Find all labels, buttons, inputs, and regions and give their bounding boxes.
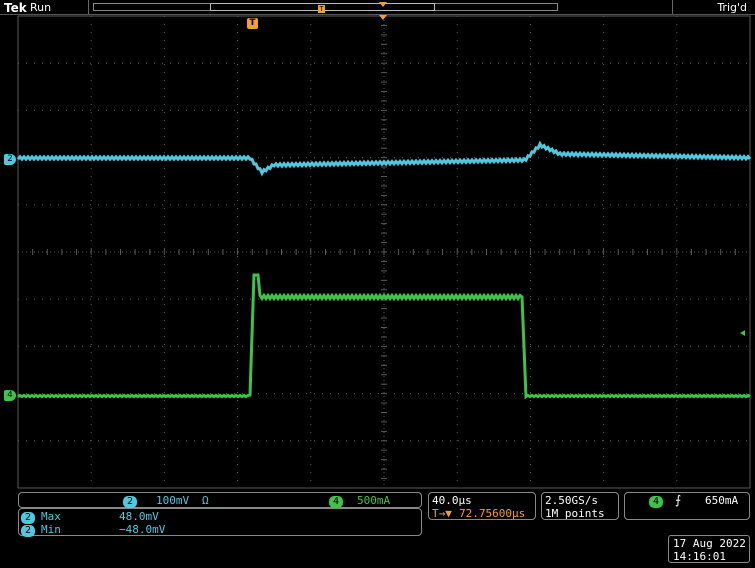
ch2-marker-label: 2	[7, 154, 13, 164]
trigger-source-badge: 4	[649, 496, 664, 508]
record-length: 1M points	[545, 507, 605, 520]
ch4-indicator: 4	[329, 494, 344, 508]
horizontal-scale: 40.0µs	[432, 494, 472, 507]
ch2-ground-marker[interactable]: 2	[4, 154, 16, 165]
measurement-row: 2	[21, 510, 36, 524]
status-divider	[672, 0, 673, 14]
measurement-channel-badge: 2	[21, 525, 36, 537]
timebase-panel[interactable]: 40.0µs T→▼ 72.75600µs	[428, 492, 536, 520]
trigger-status: Trig'd	[717, 1, 747, 14]
trigger-marker-small: T	[318, 5, 325, 13]
acquisition-panel[interactable]: 2.50GS/s 1M points	[541, 492, 619, 520]
measurement-label: Max	[41, 510, 61, 523]
trigger-level-icon[interactable]	[740, 330, 745, 336]
measurement-value: −48.0mV	[119, 523, 166, 536]
graticule	[17, 15, 751, 489]
ch2-coupling-icon: Ω	[202, 494, 209, 507]
ch4-scale: 500mA	[357, 494, 391, 507]
ch4-waveform	[17, 273, 751, 400]
run-status: Run	[30, 1, 52, 14]
trigger-arrow-icon	[379, 2, 387, 7]
measurement-label: Min	[41, 523, 61, 536]
trigger-panel[interactable]: 4 ⨍ 650mA	[624, 492, 750, 520]
waveform-screen	[16, 15, 752, 489]
trigger-arrow-icon	[379, 15, 387, 20]
trigger-delay-prefix: T→▼	[432, 507, 452, 520]
ch4-badge: 4	[329, 496, 344, 508]
brand-logo: Tek	[4, 1, 27, 15]
sample-rate: 2.50GS/s	[545, 494, 598, 507]
ch2-scale: 100mV	[156, 494, 190, 507]
ch2-indicator: 2	[123, 494, 138, 508]
ch4-ground-marker[interactable]: 4	[4, 390, 16, 401]
trigger-marker-label: T	[249, 18, 256, 28]
measurement-row: 2	[21, 523, 36, 537]
status-divider	[88, 0, 89, 14]
measurements-panel[interactable]: 2 Max 48.0mV 2 Min −48.0mV	[18, 508, 422, 537]
trigger-marker-small-label: T	[319, 5, 324, 13]
measurement-value: 48.0mV	[119, 510, 159, 523]
time: 14:16:01	[673, 550, 726, 563]
channel-settings-panel[interactable]: 2 100mV Ω 4 500mA	[18, 492, 422, 508]
trigger-delay-value: 72.75600µs	[459, 507, 526, 520]
trigger-level: 650mA	[705, 494, 739, 507]
datetime-panel: 17 Aug 2022 14:16:01	[668, 535, 750, 563]
trigger-position-marker[interactable]: T	[247, 18, 258, 29]
trigger-source: 4	[649, 494, 664, 508]
date: 17 Aug 2022	[673, 537, 746, 550]
top-border	[0, 14, 755, 15]
ch2-badge: 2	[123, 496, 138, 508]
ch4-marker-label: 4	[7, 390, 13, 400]
rising-edge-icon: ⨍	[675, 493, 682, 507]
